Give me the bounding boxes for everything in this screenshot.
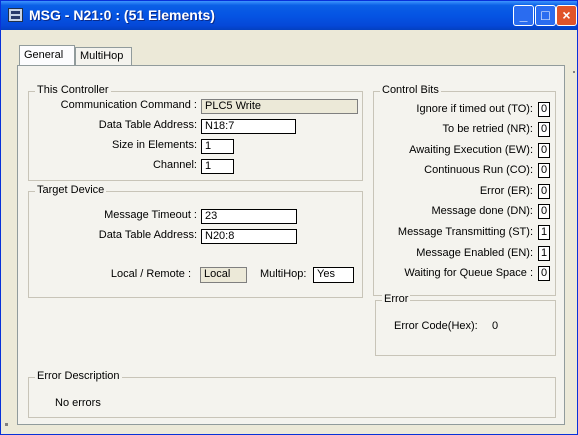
control-bit-value-ew: 0 (538, 143, 550, 158)
msg-dialog-window: MSG - N21:0 : (51 Elements) _ □ × Genera… (0, 0, 578, 435)
error-code-label: Error Code(Hex): (394, 320, 478, 332)
error-code-value: 0 (492, 320, 499, 332)
minimize-button[interactable]: _ (513, 5, 534, 26)
control-bit-label-dn: Message done (DN): (431, 205, 534, 217)
this-controller-legend: This Controller (35, 84, 111, 96)
size-in-elements-label: Size in Elements: (112, 139, 197, 151)
control-bit-value-nr: 0 (538, 122, 550, 137)
control-bit-value-to: 0 (538, 102, 550, 117)
communication-command-field: PLC5 Write (201, 99, 358, 114)
channel-label: Channel: (152, 159, 197, 171)
title-bar[interactable]: MSG - N21:0 : (51 Elements) _ □ × (1, 1, 577, 30)
resize-grip-mark (5, 423, 8, 426)
error-group: Error Error Code(Hex): 0 (375, 293, 556, 356)
control-bits-legend: Control Bits (380, 84, 441, 96)
size-in-elements-input[interactable]: 1 (201, 139, 234, 154)
message-timeout-input[interactable]: 23 (201, 209, 297, 224)
control-bit-label-to: Ignore if timed out (TO): (416, 103, 533, 115)
local-remote-field: Local (200, 267, 247, 283)
local-remote-label: Local / Remote : (110, 268, 191, 280)
close-button[interactable]: × (556, 5, 577, 26)
control-bit-label-st: Message Transmitting (ST): (397, 226, 533, 238)
control-bit-label-er: Error (ER): (479, 185, 533, 197)
message-timeout-label: Message Timeout : (104, 209, 197, 221)
error-description-legend: Error Description (35, 370, 122, 382)
target-device-legend: Target Device (35, 184, 107, 196)
target-data-table-address-input[interactable]: N20:8 (201, 229, 297, 244)
control-bit-label-en: Message Enabled (EN): (416, 247, 533, 259)
control-bit-value-en: 1 (538, 246, 550, 261)
target-data-table-address-label: Data Table Address: (98, 229, 197, 241)
app-icon (8, 8, 23, 22)
this-controller-group: This Controller Communication Command : … (28, 84, 363, 181)
channel-input[interactable]: 1 (201, 159, 234, 174)
scroll-edge-mark (573, 71, 575, 73)
communication-command-label: Communication Command : (60, 99, 197, 111)
data-table-address-input[interactable]: N18:7 (201, 119, 296, 134)
error-description-text: No errors (55, 397, 101, 409)
error-description-group: Error Description No errors (28, 370, 556, 418)
data-table-address-label: Data Table Address: (98, 119, 197, 131)
control-bit-label-co: Continuous Run (CO): (424, 164, 533, 176)
control-bit-value-er: 0 (538, 184, 550, 199)
tab-general[interactable]: General (19, 45, 75, 65)
general-tab-panel: This Controller Communication Command : … (17, 65, 565, 425)
control-bit-label-ew: Awaiting Execution (EW): (409, 144, 533, 156)
maximize-button[interactable]: □ (535, 5, 556, 26)
control-bit-value-dn: 0 (538, 204, 550, 219)
error-legend: Error (382, 293, 411, 305)
target-device-group: Target Device Message Timeout : 23 Data … (28, 184, 363, 298)
minimize-icon: _ (519, 7, 528, 23)
control-bit-value-queue: 0 (538, 266, 550, 281)
control-bit-label-queue: Waiting for Queue Space : (404, 267, 533, 279)
maximize-icon: □ (541, 7, 550, 23)
control-bit-label-nr: To be retried (NR): (442, 123, 533, 135)
window-title: MSG - N21:0 : (51 Elements) (29, 7, 215, 23)
control-bits-group: Control Bits Ignore if timed out (TO): 0… (373, 84, 556, 296)
tab-multihop[interactable]: MultiHop (75, 47, 132, 65)
control-bit-value-co: 0 (538, 163, 550, 178)
multihop-label: MultiHop: (260, 268, 307, 280)
close-icon: × (562, 7, 571, 23)
multihop-field[interactable]: Yes (313, 267, 354, 283)
control-bit-value-st: 1 (538, 225, 550, 240)
